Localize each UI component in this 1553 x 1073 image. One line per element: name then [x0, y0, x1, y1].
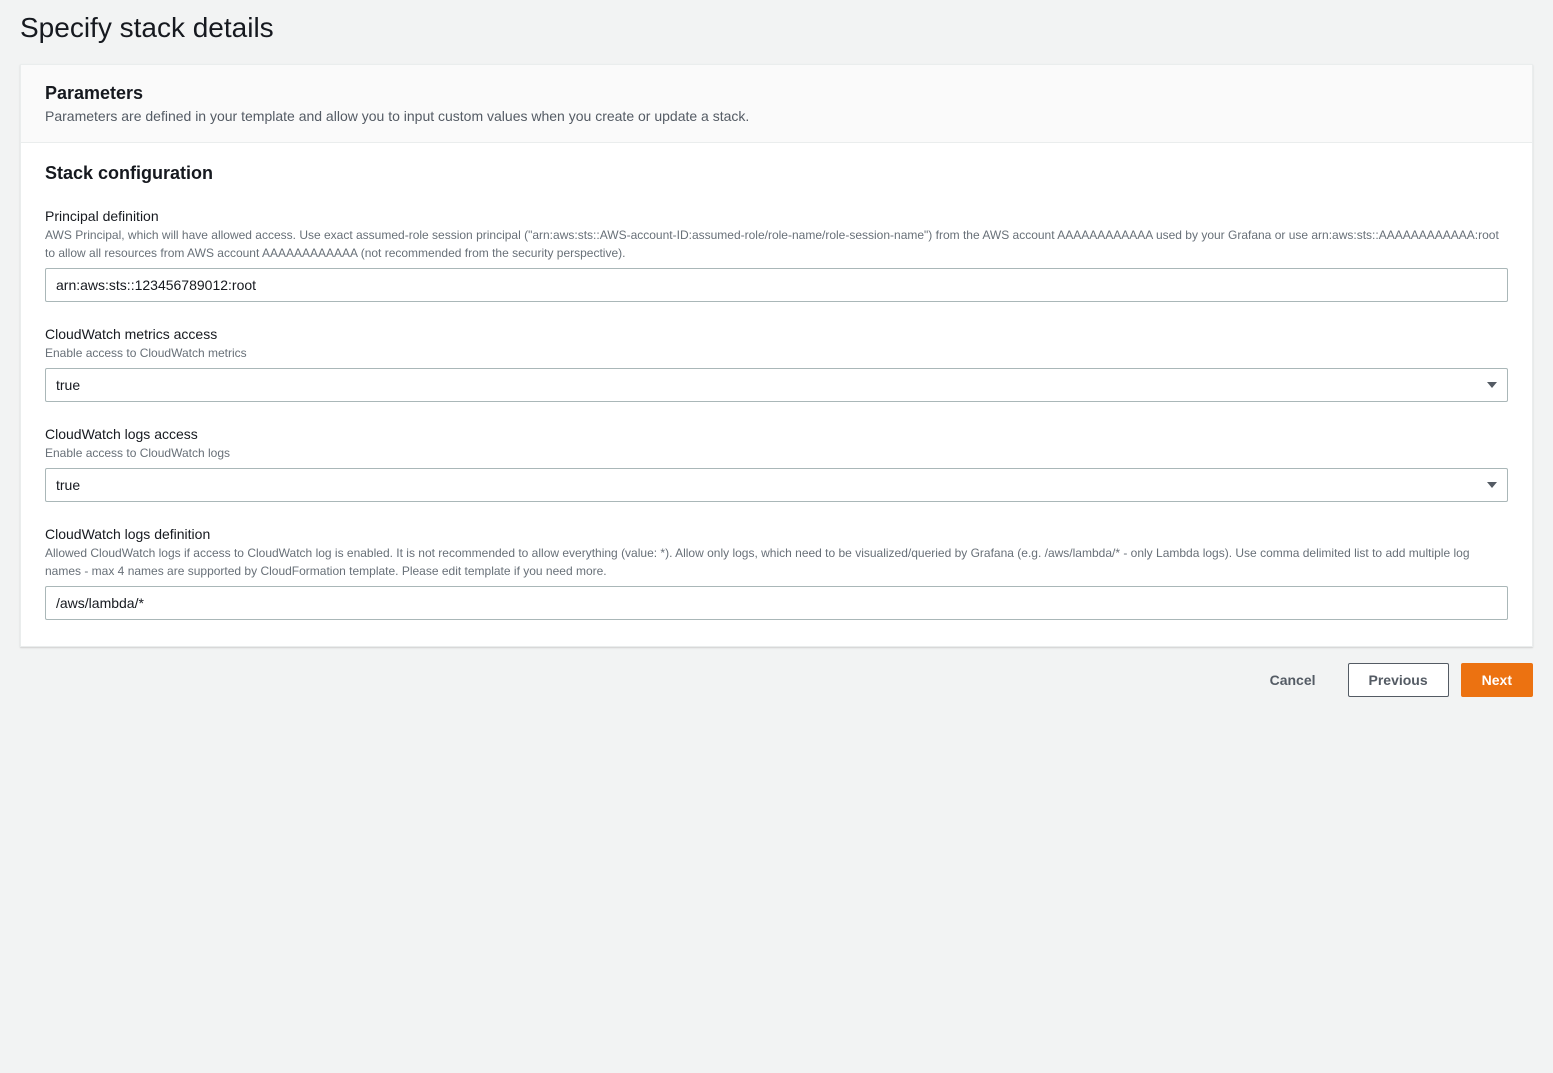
caret-down-icon — [1487, 482, 1497, 488]
parameters-description: Parameters are defined in your template … — [45, 108, 1508, 124]
cloudwatch-logs-access-label: CloudWatch logs access — [45, 426, 1508, 442]
previous-button[interactable]: Previous — [1348, 663, 1449, 697]
footer-actions: Cancel Previous Next — [20, 647, 1533, 697]
stack-configuration-section: Stack configuration Principal definition… — [21, 143, 1532, 646]
cloudwatch-logs-access-value: true — [56, 475, 80, 495]
cloudwatch-metrics-access-label: CloudWatch metrics access — [45, 326, 1508, 342]
cloudwatch-logs-definition-input[interactable] — [45, 586, 1508, 620]
principal-definition-input[interactable] — [45, 268, 1508, 302]
caret-down-icon — [1487, 382, 1497, 388]
parameters-header: Parameters Parameters are defined in you… — [21, 65, 1532, 143]
principal-definition-description: AWS Principal, which will have allowed a… — [45, 226, 1508, 262]
cancel-button[interactable]: Cancel — [1250, 663, 1336, 697]
cloudwatch-metrics-access-group: CloudWatch metrics access Enable access … — [45, 326, 1508, 402]
cloudwatch-logs-definition-label: CloudWatch logs definition — [45, 526, 1508, 542]
cloudwatch-metrics-access-select[interactable]: true — [45, 368, 1508, 402]
cloudwatch-logs-access-select[interactable]: true — [45, 468, 1508, 502]
principal-definition-group: Principal definition AWS Principal, whic… — [45, 208, 1508, 302]
next-button[interactable]: Next — [1461, 663, 1533, 697]
cloudwatch-logs-access-description: Enable access to CloudWatch logs — [45, 444, 1508, 462]
stack-configuration-heading: Stack configuration — [45, 163, 1508, 184]
page-title: Specify stack details — [20, 0, 1533, 64]
cloudwatch-metrics-access-description: Enable access to CloudWatch metrics — [45, 344, 1508, 362]
cloudwatch-logs-definition-group: CloudWatch logs definition Allowed Cloud… — [45, 526, 1508, 620]
cloudwatch-metrics-access-value: true — [56, 375, 80, 395]
cloudwatch-logs-access-group: CloudWatch logs access Enable access to … — [45, 426, 1508, 502]
parameters-panel: Parameters Parameters are defined in you… — [20, 64, 1533, 647]
principal-definition-label: Principal definition — [45, 208, 1508, 224]
cloudwatch-logs-definition-description: Allowed CloudWatch logs if access to Clo… — [45, 544, 1508, 580]
parameters-heading: Parameters — [45, 83, 1508, 104]
